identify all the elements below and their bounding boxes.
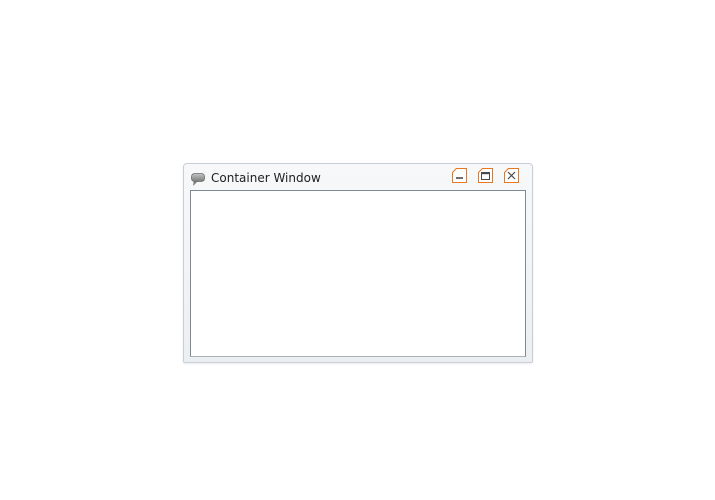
window-title: Container Window	[211, 171, 321, 185]
minimize-button[interactable]	[452, 168, 467, 183]
desktop-background: Container Window	[0, 0, 715, 500]
close-icon	[504, 168, 519, 183]
close-button[interactable]	[504, 168, 519, 183]
window-titlebar[interactable]: Container Window	[184, 164, 532, 190]
window-content-area[interactable]	[190, 190, 526, 357]
container-window[interactable]: Container Window	[183, 163, 533, 363]
speech-bubble-icon	[191, 171, 205, 186]
maximize-icon	[478, 168, 493, 183]
minimize-icon	[452, 168, 467, 183]
maximize-button[interactable]	[478, 168, 493, 183]
